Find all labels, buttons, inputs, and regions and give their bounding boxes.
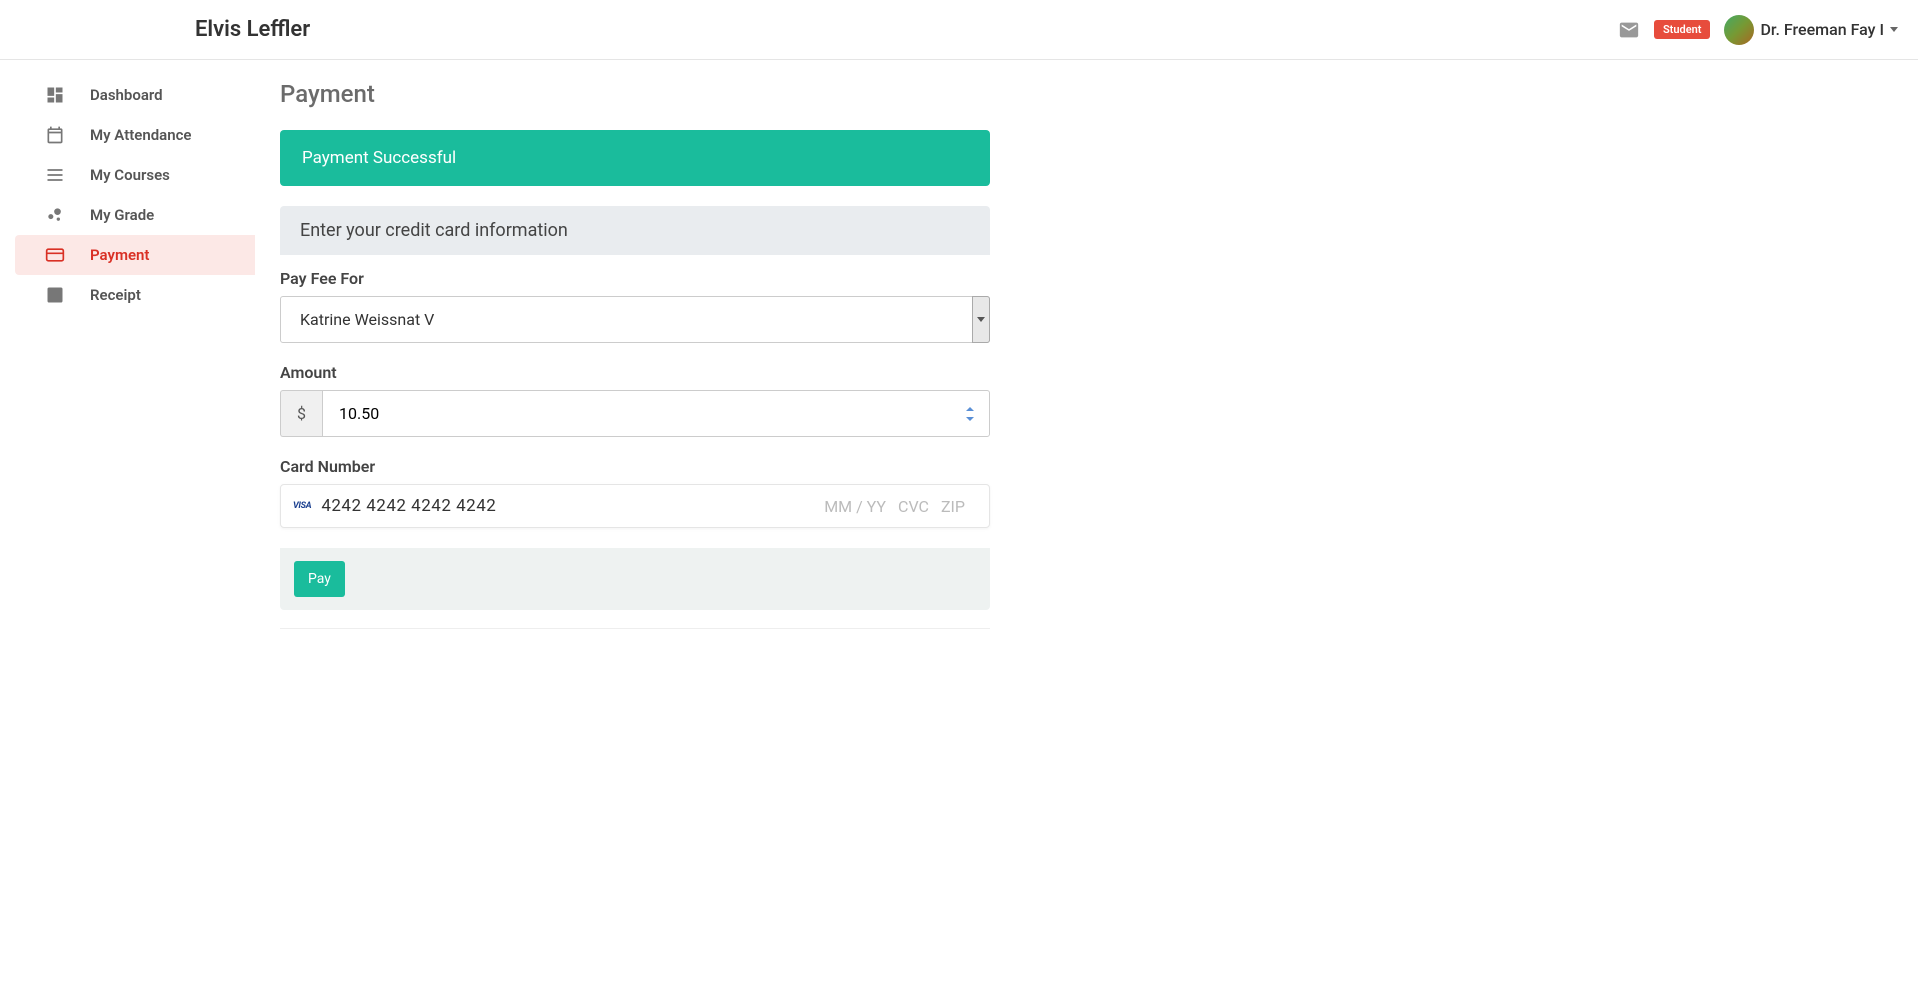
card-expiry-input[interactable]: MM / YY xyxy=(824,497,886,516)
panel-heading: Enter your credit card information xyxy=(280,206,990,255)
panel-footer: Pay xyxy=(280,548,990,610)
pay-for-label: Pay Fee For xyxy=(280,269,990,288)
main-content: Payment Payment Successful Enter your cr… xyxy=(255,60,1015,649)
user-menu[interactable]: Dr. Freeman Fay I xyxy=(1724,15,1898,45)
card-input-row[interactable]: VISA 4242 4242 4242 4242 MM / YY CVC ZIP xyxy=(280,484,990,528)
sidebar-item-grade[interactable]: My Grade xyxy=(15,195,255,235)
sidebar-item-label: Dashboard xyxy=(90,86,163,104)
bubble-chart-icon xyxy=(45,205,65,225)
sidebar: Dashboard My Attendance My Courses My Gr… xyxy=(0,60,255,649)
divider xyxy=(280,628,990,629)
card-brand-icon: VISA xyxy=(293,501,311,511)
sidebar-item-payment[interactable]: Payment xyxy=(15,235,255,275)
card-cvc-input[interactable]: CVC xyxy=(898,497,929,516)
currency-symbol: $ xyxy=(280,390,322,437)
card-number-input[interactable]: 4242 4242 4242 4242 xyxy=(321,496,814,516)
sidebar-item-receipt[interactable]: Receipt xyxy=(15,275,255,315)
card-label: Card Number xyxy=(280,457,990,476)
success-alert: Payment Successful xyxy=(280,130,990,186)
pay-for-select[interactable] xyxy=(280,296,990,343)
sidebar-item-courses[interactable]: My Courses xyxy=(15,155,255,195)
amount-group: Amount $ xyxy=(280,363,990,437)
header-right: Student Dr. Freeman Fay I xyxy=(1618,15,1898,45)
sidebar-item-label: My Attendance xyxy=(90,126,192,144)
mail-icon[interactable] xyxy=(1618,19,1640,41)
sidebar-item-label: Receipt xyxy=(90,286,141,304)
chevron-down-icon xyxy=(1890,27,1898,32)
dashboard-icon xyxy=(45,85,65,105)
sidebar-item-label: Payment xyxy=(90,246,149,264)
amount-input[interactable] xyxy=(322,390,990,437)
role-badge: Student xyxy=(1654,20,1711,39)
amount-label: Amount xyxy=(280,363,990,382)
panel-body: Pay Fee For Amount $ Card xyxy=(280,255,990,629)
pay-for-select-wrapper xyxy=(280,296,990,343)
page-title: Payment xyxy=(280,80,990,108)
avatar xyxy=(1724,15,1754,45)
app-header: Elvis Leffler Student Dr. Freeman Fay I xyxy=(0,0,1918,60)
card-zip-input[interactable]: ZIP xyxy=(941,497,965,516)
sidebar-item-dashboard[interactable]: Dashboard xyxy=(15,75,255,115)
list-icon xyxy=(45,165,65,185)
card-placeholders: MM / YY CVC ZIP xyxy=(824,497,965,516)
credit-card-icon xyxy=(45,245,65,265)
sidebar-item-label: My Courses xyxy=(90,166,170,184)
sidebar-item-attendance[interactable]: My Attendance xyxy=(15,115,255,155)
pay-button[interactable]: Pay xyxy=(294,561,345,597)
calendar-icon xyxy=(45,125,65,145)
receipt-icon xyxy=(45,285,65,305)
user-name: Dr. Freeman Fay I xyxy=(1760,20,1884,39)
header-title: Elvis Leffler xyxy=(195,17,310,42)
pay-for-group: Pay Fee For xyxy=(280,269,990,343)
card-group: Card Number VISA 4242 4242 4242 4242 MM … xyxy=(280,457,990,528)
sidebar-item-label: My Grade xyxy=(90,206,154,224)
amount-input-group: $ xyxy=(280,390,990,437)
